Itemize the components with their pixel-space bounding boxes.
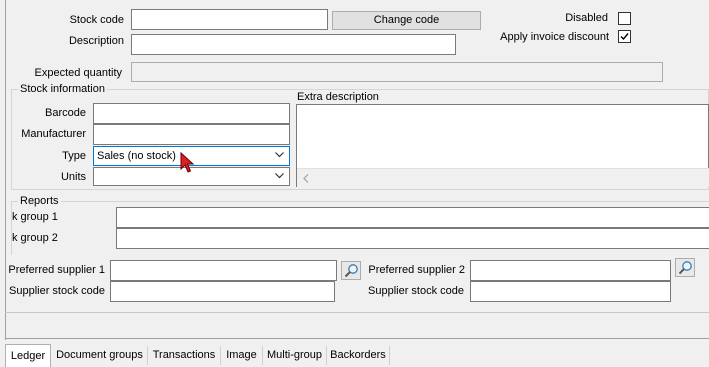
form-frame-bottom xyxy=(5,338,709,339)
barcode-field[interactable] xyxy=(93,103,290,124)
apply-invoice-discount-label: Apply invoice discount xyxy=(500,31,609,43)
supplier-stock-code-1-field[interactable] xyxy=(110,281,335,302)
tab-document-groups[interactable]: Document groups xyxy=(52,346,148,365)
report-group-2-label: k group 2 xyxy=(12,232,58,244)
preferred-supplier-2-label: Preferred supplier 2 xyxy=(368,264,465,276)
report-group-1-label: k group 1 xyxy=(12,211,58,223)
manufacturer-field[interactable] xyxy=(93,124,290,145)
mouse-pointer-icon xyxy=(180,152,195,173)
preferred-supplier-2-search-button[interactable] xyxy=(675,258,695,277)
expected-quantity-label: Expected quantity xyxy=(34,67,122,79)
magnifier-icon xyxy=(678,261,692,275)
preferred-supplier-1-search-button[interactable] xyxy=(341,261,361,280)
preferred-supplier-1-field[interactable] xyxy=(110,260,337,281)
description-field[interactable] xyxy=(131,34,456,55)
reports-title: Reports xyxy=(18,195,61,207)
disabled-checkbox[interactable] xyxy=(618,12,631,25)
tab-image[interactable]: Image xyxy=(221,346,263,365)
manufacturer-label: Manufacturer xyxy=(21,128,86,140)
tab-ledger[interactable]: Ledger xyxy=(5,344,51,367)
tab-transactions[interactable]: Transactions xyxy=(148,346,221,365)
magnifier-icon xyxy=(344,264,358,278)
scroll-left-icon[interactable] xyxy=(303,174,309,183)
extra-description-label: Extra description xyxy=(297,91,379,103)
description-label: Description xyxy=(68,35,124,47)
stock-code-label: Stock code xyxy=(69,14,124,26)
report-group-2-field[interactable] xyxy=(116,228,709,249)
supplier-stock-code-1-label: Supplier stock code xyxy=(9,285,105,297)
chevron-down-icon xyxy=(275,152,284,158)
preferred-supplier-2-field[interactable] xyxy=(470,260,671,281)
checkmark-icon xyxy=(620,33,629,41)
supplier-stock-code-2-label: Supplier stock code xyxy=(368,285,464,297)
change-code-button[interactable]: Change code xyxy=(332,11,481,30)
extra-description-scrollbar[interactable] xyxy=(297,168,709,187)
disabled-label: Disabled xyxy=(565,12,608,24)
apply-invoice-discount-checkbox[interactable] xyxy=(618,30,631,43)
preferred-supplier-1-label: Preferred supplier 1 xyxy=(8,264,105,276)
tab-strip: Ledger Document groups Transactions Imag… xyxy=(0,344,709,367)
chevron-down-icon xyxy=(275,173,284,179)
expected-quantity-field xyxy=(131,62,663,82)
type-select-value: Sales (no stock) xyxy=(97,150,176,162)
units-label: Units xyxy=(60,171,86,183)
type-label: Type xyxy=(62,150,86,162)
barcode-label: Barcode xyxy=(45,107,86,119)
stock-information-title: Stock information xyxy=(18,83,107,95)
tab-backorders[interactable]: Backorders xyxy=(327,346,390,365)
report-group-1-field[interactable] xyxy=(116,207,709,228)
supplier-stock-code-2-field[interactable] xyxy=(470,281,671,302)
tab-multi-group[interactable]: Multi-group xyxy=(263,346,327,365)
form-frame-bottom-divider xyxy=(5,312,709,313)
stock-code-field[interactable] xyxy=(131,9,328,30)
